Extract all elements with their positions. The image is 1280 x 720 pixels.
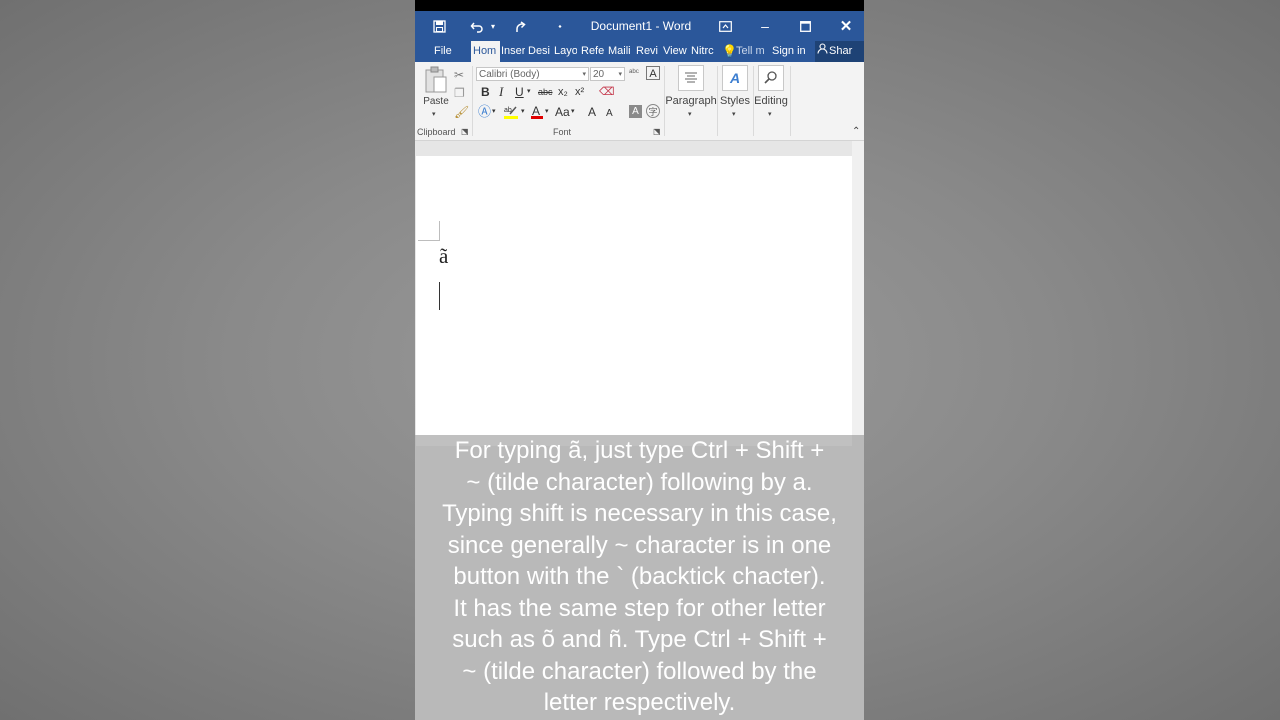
undo-icon[interactable]: [467, 11, 487, 41]
grow-font-button[interactable]: A: [588, 105, 596, 119]
paste-label: Paste: [423, 96, 449, 107]
underline-dropdown-icon[interactable]: ▾: [527, 85, 531, 99]
subscript-button[interactable]: x₂: [558, 85, 568, 99]
share-button[interactable]: Shar: [815, 41, 864, 62]
bold-button[interactable]: B: [481, 85, 490, 99]
tab-home[interactable]: Hom: [471, 41, 500, 62]
svg-text:A: A: [532, 104, 540, 118]
sign-in-link[interactable]: Sign in: [772, 41, 808, 62]
ribbon: Paste ▾ ✂ ❐ 🖌 Clipboard ⬔ Calibri (Body)…: [415, 62, 864, 141]
underline-button[interactable]: U: [515, 85, 524, 99]
tab-nitro[interactable]: Nitrc: [691, 41, 716, 62]
caption-line: For typing ã, just type Ctrl + Shift +: [454, 437, 825, 464]
document-title: Document1 - Word: [590, 19, 692, 33]
styles-label[interactable]: Styles: [717, 95, 753, 107]
undo-dropdown-icon[interactable]: ▾: [488, 11, 498, 41]
character-shading-icon[interactable]: A: [629, 105, 642, 118]
tab-insert[interactable]: Inser: [501, 41, 525, 62]
chevron-down-icon: ▾: [582, 71, 586, 78]
customize-qat-icon[interactable]: ⬩: [553, 11, 567, 41]
paragraph-dropdown-icon[interactable]: ▾: [688, 110, 692, 118]
clipboard-group-label: Clipboard: [417, 127, 456, 137]
editing-dropdown-icon[interactable]: ▾: [768, 110, 772, 118]
font-launcher-icon[interactable]: ⬔: [653, 127, 661, 136]
clear-formatting-icon[interactable]: ⌫: [599, 85, 615, 99]
title-bar: ▾ ⬩ Document1 - Word – ✕: [415, 11, 864, 41]
change-case-abc-icon[interactable]: ᵃᵇᶜ: [629, 65, 639, 79]
caption-line: such as õ and ñ. Type Ctrl + Shift +: [452, 626, 827, 653]
tell-me-search[interactable]: Tell m: [736, 41, 769, 62]
tab-mailings[interactable]: Maili: [608, 41, 632, 62]
tab-view[interactable]: View: [663, 41, 688, 62]
copy-icon[interactable]: ❐: [454, 86, 465, 100]
caption-line: Typing shift is necessary in this case,: [442, 500, 837, 527]
font-name-value: Calibri (Body): [479, 69, 540, 80]
editing-label[interactable]: Editing: [751, 95, 791, 107]
paste-icon[interactable]: [424, 66, 448, 94]
close-button[interactable]: ✕: [836, 11, 856, 41]
ribbon-tabs: File Hom Inser Desi Layo Refe Maili Revi…: [415, 41, 864, 62]
highlight-color-icon[interactable]: ab: [503, 104, 519, 120]
divider: [472, 66, 473, 136]
tab-file[interactable]: File: [434, 41, 458, 62]
caption-line: letter respectively.: [543, 689, 736, 716]
word-window: ▾ ⬩ Document1 - Word – ✕ File Hom Inser …: [415, 0, 864, 720]
text-effects-icon[interactable]: Ⓐ: [478, 105, 491, 119]
styles-icon[interactable]: A: [722, 65, 748, 91]
status-bar: [415, 0, 864, 11]
tab-layout[interactable]: Layo: [554, 41, 577, 62]
redo-icon[interactable]: [509, 11, 529, 41]
margin-marker: [418, 240, 439, 241]
chevron-down-icon: ▾: [618, 71, 622, 78]
paste-dropdown-icon[interactable]: ▾: [432, 110, 436, 118]
paragraph-label[interactable]: Paragraph: [665, 95, 717, 107]
styles-dropdown-icon[interactable]: ▾: [732, 110, 736, 118]
font-color-dropdown-icon[interactable]: ▾: [545, 105, 549, 119]
text-cursor: [439, 282, 440, 310]
change-case-dropdown-icon[interactable]: ▾: [571, 105, 575, 119]
ribbon-display-icon[interactable]: [715, 11, 735, 41]
tab-design[interactable]: Desi: [528, 41, 550, 62]
strikethrough-button[interactable]: abc: [538, 85, 553, 99]
format-painter-icon[interactable]: 🖌: [454, 105, 469, 119]
italic-button[interactable]: I: [499, 85, 503, 99]
document-text: ã: [439, 244, 449, 268]
font-size-box[interactable]: 20 ▾: [590, 67, 625, 81]
font-color-icon[interactable]: A: [530, 104, 544, 120]
search-icon[interactable]: [758, 65, 784, 91]
lightbulb-icon: 💡: [722, 44, 734, 58]
share-label: Shar: [829, 45, 853, 57]
font-group-label: Font: [553, 127, 572, 137]
enclose-characters-icon[interactable]: 字: [646, 104, 660, 118]
caption-line: since generally ~ character is in one: [447, 531, 832, 559]
caption-line: ~ (tilde character) followed by the: [462, 657, 817, 685]
highlight-dropdown-icon[interactable]: ▾: [521, 105, 525, 119]
character-border-icon[interactable]: A: [646, 66, 660, 80]
font-name-box[interactable]: Calibri (Body) ▾: [476, 67, 589, 81]
caption-overlay: For typing ã, just type Ctrl + Shift + ~…: [415, 435, 864, 720]
caption-line: ~ (tilde character) following by a.: [466, 468, 813, 496]
tab-references[interactable]: Refe: [581, 41, 604, 62]
clipboard-launcher-icon[interactable]: ⬔: [461, 127, 469, 136]
caption-line: button with the ` (backtick chacter).: [453, 563, 826, 590]
minimize-button[interactable]: –: [755, 11, 775, 41]
document-canvas: ã: [415, 141, 864, 446]
divider: [790, 66, 791, 136]
paragraph-icon[interactable]: [678, 65, 704, 91]
tab-review[interactable]: Revi: [636, 41, 659, 62]
text-effects-dropdown-icon[interactable]: ▾: [492, 105, 496, 119]
margin-marker: [439, 221, 440, 241]
caption-line: It has the same step for other letter: [453, 594, 826, 622]
font-size-value: 20: [593, 69, 605, 80]
save-icon[interactable]: [429, 11, 449, 41]
restore-button[interactable]: [795, 11, 815, 41]
superscript-button[interactable]: x²: [575, 85, 584, 99]
document-page[interactable]: ã: [416, 156, 852, 446]
change-case-button[interactable]: Aa: [555, 105, 570, 119]
vertical-scrollbar[interactable]: [852, 141, 864, 435]
person-icon: [815, 41, 829, 62]
shrink-font-button[interactable]: A: [606, 107, 613, 121]
cut-icon[interactable]: ✂: [454, 68, 464, 82]
collapse-ribbon-icon[interactable]: ⌃: [852, 126, 860, 137]
